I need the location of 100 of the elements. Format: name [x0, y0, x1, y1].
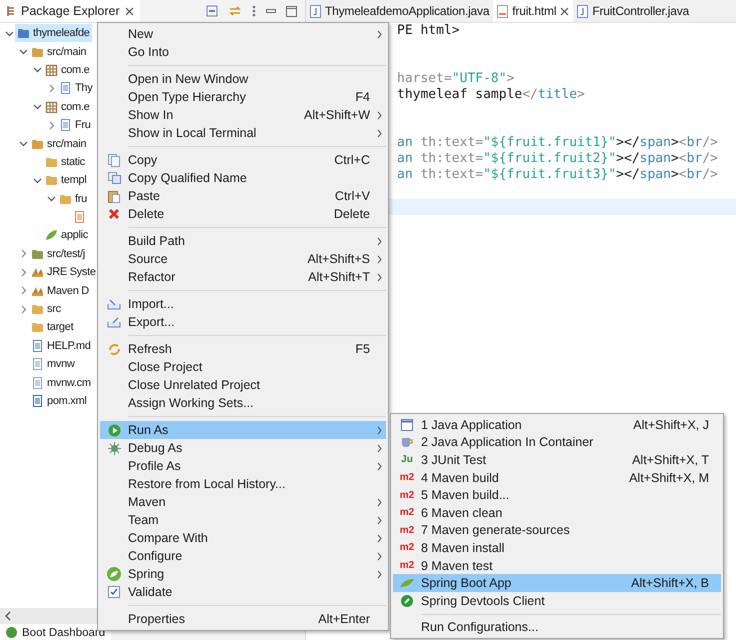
menu-item[interactable]: m2 7 Maven generate-sources: [393, 522, 721, 540]
menu-item[interactable]: Copy Qualified Name: [100, 169, 386, 187]
menu-item[interactable]: Paste Ctrl+V: [100, 187, 386, 205]
menu-item[interactable]: 1 Java Application Alt+Shift+X, J: [393, 416, 721, 434]
menu-item[interactable]: Validate: [100, 583, 386, 601]
tree-item[interactable]: thymeleafde: [15, 24, 92, 42]
menu-item[interactable]: Refresh F5: [100, 340, 386, 358]
expand-chevron-icon[interactable]: [32, 65, 42, 74]
menu-item[interactable]: Compare With: [100, 529, 386, 547]
expand-chevron-icon[interactable]: [32, 102, 42, 112]
menu-item[interactable]: Import...: [100, 295, 386, 313]
menu-item[interactable]: Assign Working Sets...: [100, 394, 386, 412]
tree-item[interactable]: src/test/j: [29, 244, 87, 263]
menu-item[interactable]: Ju 3 JUnit Test Alt+Shift+X, T: [393, 451, 721, 469]
menu-item[interactable]: m2 9 Maven test: [393, 556, 721, 574]
menu-item[interactable]: m2 8 Maven install: [393, 539, 721, 557]
collapse-chevron-icon[interactable]: [46, 120, 56, 130]
tree-item[interactable]: Maven D: [29, 282, 91, 300]
tree-item[interactable]: applic: [43, 226, 90, 244]
menu-item[interactable]: Open in New Window: [100, 70, 386, 88]
tree-item[interactable]: pom.xml: [29, 392, 88, 410]
tree-item[interactable]: mvnw: [29, 355, 77, 374]
menu-item[interactable]: Team: [100, 511, 386, 529]
view-menu-icon[interactable]: [252, 5, 256, 17]
scroll-left-icon[interactable]: [5, 611, 11, 621]
menu-item[interactable]: Export...: [100, 313, 386, 331]
editor-tab[interactable]: FruitController.java: [573, 0, 694, 22]
tree-item[interactable]: src/main: [29, 134, 88, 153]
tree-item[interactable]: com.e: [43, 60, 92, 79]
menu-item[interactable]: Run Configurations...: [393, 618, 721, 636]
collapse-all-icon[interactable]: [206, 5, 218, 17]
menu-item[interactable]: Refactor Alt+Shift+T: [100, 268, 386, 286]
package-explorer-tab[interactable]: Package Explorer: [0, 0, 140, 22]
menu-item[interactable]: Show in Local Terminal: [100, 124, 386, 142]
doc-file-icon: [31, 340, 44, 352]
menu-item[interactable]: Go Into: [100, 43, 386, 61]
code-line: an th:text="${fruit.fruit1}"></span><br/>: [397, 135, 718, 150]
tree-item[interactable]: target: [29, 318, 76, 336]
menu-item[interactable]: Maven: [100, 493, 386, 511]
tree-item[interactable]: src: [29, 300, 63, 318]
tree-item[interactable]: HELP.md: [29, 336, 93, 355]
library-icon: [31, 284, 44, 297]
tree-item[interactable]: Fru: [57, 116, 93, 134]
tree-item[interactable]: src/main: [29, 42, 88, 61]
menu-item[interactable]: Copy Ctrl+C: [100, 151, 386, 169]
tree-item[interactable]: static: [43, 152, 87, 171]
menu-item[interactable]: Close Unrelated Project: [100, 376, 386, 394]
editor-tab[interactable]: ThymeleafdemoApplication.java: [306, 0, 494, 22]
menu-item[interactable]: Restore from Local History...: [100, 475, 386, 493]
collapse-chevron-icon[interactable]: [18, 249, 28, 258]
code-line: an th:text="${fruit.fruit3}"></span><br/>: [397, 167, 718, 182]
menu-item[interactable]: New: [100, 25, 386, 43]
test-folder-icon: [31, 248, 44, 260]
menu-item[interactable]: Close Project: [100, 358, 386, 376]
tree-item[interactable]: fru: [57, 190, 89, 208]
menu-item[interactable]: Properties Alt+Enter: [100, 610, 386, 628]
clipboard-icon: [108, 190, 120, 202]
tree-item[interactable]: com.e: [43, 98, 92, 116]
menu-item[interactable]: Open Type Hierarchy F4: [100, 88, 386, 106]
menu-item[interactable]: Run As: [100, 421, 386, 439]
menu-item[interactable]: Spring Devtools Client: [393, 592, 721, 610]
folder-icon: [45, 174, 58, 186]
expand-chevron-icon[interactable]: [4, 28, 14, 38]
menu-item[interactable]: Source Alt+Shift+S: [100, 250, 386, 268]
menu-item[interactable]: Spring: [100, 565, 386, 583]
menu-item[interactable]: m2 4 Maven build Alt+Shift+X, M: [393, 468, 721, 486]
editor-tab[interactable]: fruit.html: [493, 0, 574, 22]
collapse-chevron-icon[interactable]: [18, 286, 28, 296]
maximize-icon[interactable]: [286, 6, 297, 16]
close-icon[interactable]: [560, 6, 570, 16]
menu-item[interactable]: Build Path: [100, 232, 386, 250]
collapse-chevron-icon[interactable]: [18, 304, 28, 314]
menu-item[interactable]: m2 6 Maven clean: [393, 504, 721, 522]
expand-chevron-icon[interactable]: [18, 47, 28, 56]
menu-item[interactable]: 2 Java Application In Container: [393, 434, 721, 452]
collapse-chevron-icon[interactable]: [46, 84, 56, 93]
menu-item[interactable]: Delete Delete: [100, 205, 386, 223]
html-file-icon: [497, 4, 508, 18]
collapse-chevron-icon[interactable]: [18, 268, 28, 277]
expand-chevron-icon[interactable]: [46, 194, 56, 204]
menu-item[interactable]: Configure: [100, 547, 386, 565]
window-icon: [401, 418, 413, 431]
menu-item[interactable]: Spring Boot App Alt+Shift+X, B: [393, 574, 721, 592]
code-line: an th:text="${fruit.fruit2}"></span><br/>: [397, 151, 718, 166]
leaf-icon: [107, 567, 121, 581]
cup-icon: [400, 436, 414, 448]
minimize-icon[interactable]: [266, 9, 276, 13]
tree-item[interactable]: JRE Syste: [29, 263, 98, 282]
tree-item[interactable]: templ: [43, 171, 88, 190]
menu-item[interactable]: m2 5 Maven build...: [393, 486, 721, 504]
menu-item[interactable]: Show In Alt+Shift+W: [100, 106, 386, 124]
java-file-icon: [59, 82, 72, 94]
close-icon[interactable]: [124, 6, 134, 16]
menu-item[interactable]: Profile As: [100, 457, 386, 475]
expand-chevron-icon[interactable]: [18, 139, 28, 148]
tree-item[interactable]: Thy: [57, 79, 94, 98]
menu-item[interactable]: Debug As: [100, 439, 386, 457]
boot-dashboard-tab[interactable]: Boot Dashboard: [0, 625, 112, 640]
tree-item[interactable]: mvnw.cm: [29, 374, 93, 392]
expand-chevron-icon[interactable]: [32, 176, 42, 185]
